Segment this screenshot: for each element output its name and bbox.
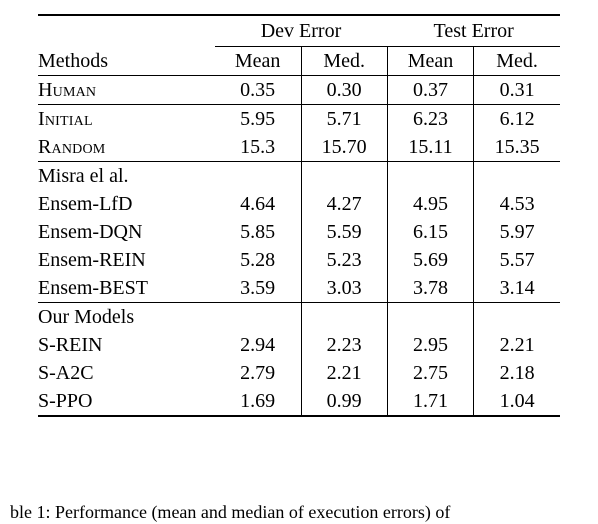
table-row: Human 0.35 0.30 0.37 0.31: [38, 75, 560, 105]
cell-initial-dev-med: 5.71: [300, 104, 388, 133]
table-row: Initial 5.95 5.71 6.23 6.12: [38, 104, 560, 133]
table-row: Ensem-DQN 5.85 5.59 6.15 5.97: [38, 218, 560, 246]
cell-ensem-best-test-med: 3.14: [473, 274, 560, 303]
figure-caption: ble 1: Performance (mean and median of e…: [10, 502, 451, 522]
table-bottom-rule: [38, 415, 560, 423]
cell-ensem-lfd-dev-mean: 4.64: [240, 193, 276, 215]
cell-ensem-dqn-test-med: 5.97: [473, 218, 560, 246]
cell-random-dev-med: 15.70: [300, 133, 388, 162]
cell-ensem-dqn-dev-mean: 5.85: [240, 221, 276, 243]
section-title-misra: Misra el al.: [38, 161, 215, 190]
cell-random-test-mean: 15.11: [386, 133, 474, 162]
cell-s-a2c-dev-mean: 2.79: [240, 362, 276, 384]
cell-s-a2c-test-med: 2.18: [473, 359, 560, 387]
header-dev-med: Med.: [300, 46, 388, 76]
cell-s-rein-dev-med: 2.23: [300, 331, 388, 359]
cell-initial-test-med: 6.12: [473, 104, 560, 133]
row-label-human: Human: [38, 75, 215, 105]
header-dev-mean: Mean: [234, 50, 281, 72]
section-header-our-models: Our Models: [38, 302, 560, 331]
cell-random-dev-mean: 15.3: [240, 136, 276, 158]
cell-s-a2c-test-mean: 2.75: [386, 359, 474, 387]
table-row: S-PPO 1.69 0.99 1.71 1.04: [38, 387, 560, 416]
table-header-subcolumns: Methods Mean Med. Mean Med.: [38, 46, 560, 76]
cell-s-a2c-dev-med: 2.21: [300, 359, 388, 387]
cell-ensem-dqn-dev-med: 5.59: [300, 218, 388, 246]
cell-initial-test-mean: 6.23: [386, 104, 474, 133]
table-row: S-A2C 2.79 2.21 2.75 2.18: [38, 359, 560, 387]
section-title-our-models: Our Models: [38, 302, 215, 331]
row-label-ensem-rein: Ensem-REIN: [38, 249, 146, 271]
cell-human-test-mean: 0.37: [386, 75, 474, 105]
cell-ensem-lfd-dev-med: 4.27: [300, 190, 388, 218]
table-row: S-REIN 2.94 2.23 2.95 2.21: [38, 331, 560, 359]
cell-s-rein-dev-mean: 2.94: [240, 334, 276, 356]
row-label-ensem-lfd: Ensem-LfD: [38, 193, 133, 215]
row-label-ensem-best: Ensem-BEST: [38, 277, 148, 299]
header-test-mean: Mean: [386, 46, 474, 76]
cell-ensem-rein-dev-mean: 5.28: [240, 249, 276, 271]
cell-ensem-best-dev-med: 3.03: [300, 274, 388, 303]
cell-human-test-med: 0.31: [473, 75, 560, 105]
cell-s-ppo-test-mean: 1.71: [386, 387, 474, 416]
table-row: Ensem-LfD 4.64 4.27 4.95 4.53: [38, 190, 560, 218]
group-header-dev-error: Dev Error: [214, 14, 388, 47]
cell-s-ppo-dev-mean: 1.69: [240, 390, 276, 412]
cell-ensem-lfd-test-med: 4.53: [473, 190, 560, 218]
performance-table: Dev Error Test Error Methods Mean Med. M…: [38, 14, 560, 423]
cell-s-ppo-dev-med: 0.99: [300, 387, 388, 416]
cell-initial-dev-mean: 5.95: [214, 104, 301, 133]
cell-human-dev-med: 0.30: [300, 75, 388, 105]
cell-ensem-rein-dev-med: 5.23: [300, 246, 388, 274]
group-header-test-error: Test Error: [387, 14, 560, 47]
row-label-s-rein: S-REIN: [38, 334, 103, 356]
section-header-misra: Misra el al.: [38, 161, 560, 190]
cell-s-rein-test-mean: 2.95: [386, 331, 474, 359]
row-label-random: Random: [38, 136, 106, 158]
cell-ensem-dqn-test-mean: 6.15: [386, 218, 474, 246]
cell-human-dev-mean: 0.35: [214, 75, 301, 105]
header-methods: Methods: [38, 49, 108, 72]
cell-random-test-med: 15.35: [473, 133, 560, 162]
cell-ensem-rein-test-mean: 5.69: [386, 246, 474, 274]
table-row: Ensem-REIN 5.28 5.23 5.69 5.57: [38, 246, 560, 274]
cell-ensem-best-dev-mean: 3.59: [240, 277, 276, 299]
cell-ensem-rein-test-med: 5.57: [473, 246, 560, 274]
cell-s-ppo-test-med: 1.04: [473, 387, 560, 416]
row-label-s-a2c: S-A2C: [38, 362, 94, 384]
row-label-ensem-dqn: Ensem-DQN: [38, 221, 143, 243]
cell-s-rein-test-med: 2.21: [473, 331, 560, 359]
paper-table-figure: Dev Error Test Error Methods Mean Med. M…: [0, 14, 598, 524]
header-test-med: Med.: [473, 46, 560, 76]
table-row: Random 15.3 15.70 15.11 15.35: [38, 133, 560, 162]
table-header-groups: Dev Error Test Error: [38, 14, 560, 47]
row-label-s-ppo: S-PPO: [38, 390, 93, 412]
cell-ensem-lfd-test-mean: 4.95: [386, 190, 474, 218]
table-row: Ensem-BEST 3.59 3.03 3.78 3.14: [38, 274, 560, 303]
cell-ensem-best-test-mean: 3.78: [386, 274, 474, 303]
row-label-initial: Initial: [38, 104, 215, 133]
